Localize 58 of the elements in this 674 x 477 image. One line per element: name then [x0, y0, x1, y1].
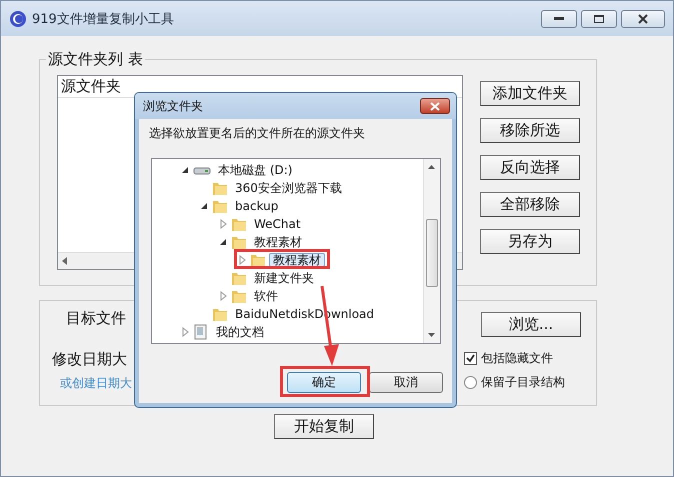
folder-icon — [212, 180, 228, 196]
checkbox[interactable] — [464, 352, 477, 365]
browse-button[interactable]: 浏览... — [481, 312, 581, 337]
close-icon — [430, 102, 440, 110]
action-button[interactable]: 另存为 — [480, 229, 580, 254]
scroll-down-icon[interactable] — [428, 333, 435, 337]
option-label: 包括隐藏文件 — [481, 350, 553, 367]
date-label: 修改日期大 — [52, 350, 127, 369]
expanded-arrow-icon[interactable] — [180, 165, 190, 175]
collapsed-arrow-icon[interactable] — [218, 219, 228, 229]
action-button[interactable]: 全部移除 — [480, 192, 580, 217]
action-button[interactable]: 添加文件夹 — [480, 81, 580, 106]
date-hint: 或创建日期大 — [60, 375, 132, 392]
minimize-icon — [554, 17, 564, 20]
action-button[interactable]: 移除所选 — [480, 118, 580, 143]
tree-item[interactable]: 360安全浏览器下载 — [231, 181, 346, 195]
folder-icon — [231, 270, 247, 286]
folder-icon — [212, 198, 228, 214]
option-label: 保留子目录结构 — [481, 374, 565, 391]
tree-item[interactable]: 我的文档 — [212, 325, 268, 339]
tree-item[interactable]: 软件 — [250, 289, 282, 303]
window-title: 919文件增量复制小工具 — [32, 10, 175, 28]
folder-icon — [231, 234, 247, 250]
dialog-prompt: 选择欲放置更名后的文件所在的源文件夹 — [149, 125, 365, 142]
dialog-button[interactable]: 取消 — [369, 372, 443, 393]
tree-item[interactable]: 教程素材 — [269, 253, 325, 267]
target-folder-label: 目标文件 — [66, 309, 126, 328]
folder-icon — [231, 288, 247, 304]
tree-item[interactable]: 教程素材 — [250, 235, 306, 249]
tree-item[interactable]: WeChat — [250, 217, 305, 231]
dialog-button[interactable]: 确定 — [287, 372, 361, 393]
folder-icon — [231, 216, 247, 232]
expanded-arrow-icon[interactable] — [218, 237, 228, 247]
collapsed-arrow-icon[interactable] — [237, 255, 247, 265]
expanded-arrow-icon[interactable] — [199, 201, 209, 211]
close-icon — [638, 14, 648, 24]
scroll-up-icon[interactable] — [428, 165, 435, 169]
tree-item[interactable]: backup — [231, 199, 282, 213]
maximize-icon — [594, 14, 604, 22]
maximize-button[interactable] — [581, 10, 617, 28]
collapsed-arrow-icon[interactable] — [218, 291, 228, 301]
folder-icon — [212, 306, 228, 322]
dialog-title: 浏览文件夹 — [143, 98, 204, 114]
action-button[interactable]: 反向选择 — [480, 155, 580, 180]
radio-button[interactable] — [464, 376, 477, 389]
tree-item[interactable]: 本地磁盘 (D:) — [214, 163, 296, 177]
minimize-button[interactable] — [541, 10, 577, 28]
collapsed-arrow-icon[interactable] — [180, 327, 190, 337]
close-button[interactable] — [621, 10, 665, 28]
tree-item[interactable]: 新建文件夹 — [250, 271, 318, 285]
close-button[interactable] — [420, 98, 450, 114]
group-title: 源文件夹列 表 — [47, 50, 144, 69]
folder-icon — [250, 252, 266, 268]
document-icon — [193, 324, 209, 340]
app-logo-icon — [9, 10, 27, 28]
start-copy-button[interactable]: 开始复制 — [274, 414, 374, 439]
scroll-left-icon[interactable] — [62, 257, 68, 265]
vertical-scrollbar[interactable] — [423, 159, 440, 343]
